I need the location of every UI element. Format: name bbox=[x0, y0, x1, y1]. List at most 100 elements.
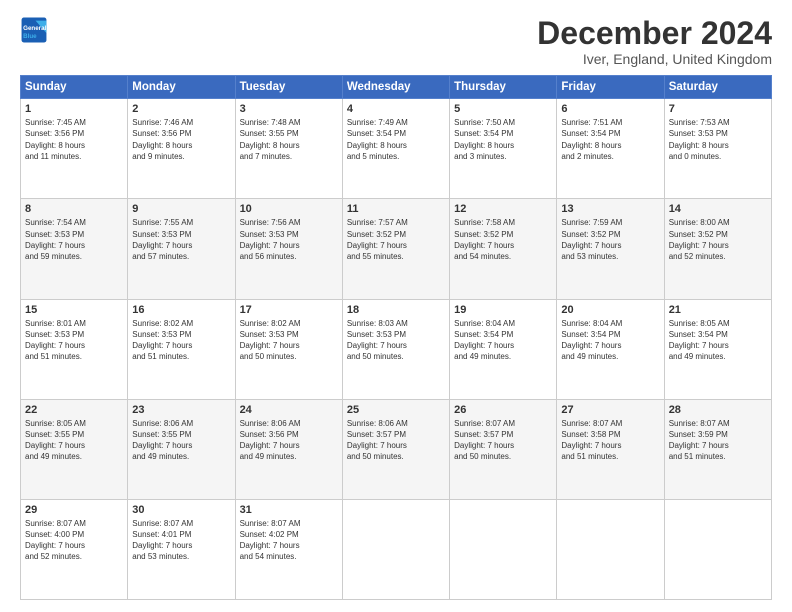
day-info: Sunrise: 8:06 AM Sunset: 3:57 PM Dayligh… bbox=[347, 418, 445, 463]
calendar-cell bbox=[557, 499, 664, 599]
day-number: 17 bbox=[240, 304, 338, 316]
calendar-cell: 22 Sunrise: 8:05 AM Sunset: 3:55 PM Dayli… bbox=[21, 399, 128, 499]
day-info: Sunrise: 7:51 AM Sunset: 3:54 PM Dayligh… bbox=[561, 117, 659, 162]
day-info: Sunrise: 8:06 AM Sunset: 3:56 PM Dayligh… bbox=[240, 418, 338, 463]
day-number: 29 bbox=[25, 504, 123, 516]
calendar-cell: 4Sunrise: 7:49 AM Sunset: 3:54 PM Daylig… bbox=[342, 99, 449, 199]
day-number: 21 bbox=[669, 304, 767, 316]
main-title: December 2024 bbox=[537, 16, 772, 51]
day-number: 15 bbox=[25, 304, 123, 316]
day-info: Sunrise: 7:48 AM Sunset: 3:55 PM Dayligh… bbox=[240, 117, 338, 162]
col-header-friday: Friday bbox=[557, 76, 664, 99]
day-number: 2 bbox=[132, 103, 230, 115]
calendar-cell: 13Sunrise: 7:59 AM Sunset: 3:52 PM Dayli… bbox=[557, 199, 664, 299]
day-number: 9 bbox=[132, 203, 230, 215]
calendar-body: 1Sunrise: 7:45 AM Sunset: 3:56 PM Daylig… bbox=[21, 99, 772, 600]
calendar-cell: 27 Sunrise: 8:07 AM Sunset: 3:58 PM Dayli… bbox=[557, 399, 664, 499]
calendar-cell: 6Sunrise: 7:51 AM Sunset: 3:54 PM Daylig… bbox=[557, 99, 664, 199]
col-header-wednesday: Wednesday bbox=[342, 76, 449, 99]
calendar-cell: 1Sunrise: 7:45 AM Sunset: 3:56 PM Daylig… bbox=[21, 99, 128, 199]
day-number: 11 bbox=[347, 203, 445, 215]
day-number: 3 bbox=[240, 103, 338, 115]
day-info: Sunrise: 7:58 AM Sunset: 3:52 PM Dayligh… bbox=[454, 217, 552, 262]
col-header-monday: Monday bbox=[128, 76, 235, 99]
day-info: Sunrise: 7:59 AM Sunset: 3:52 PM Dayligh… bbox=[561, 217, 659, 262]
day-number: 7 bbox=[669, 103, 767, 115]
calendar-cell: 20 Sunrise: 8:04 AM Sunset: 3:54 PM Dayli… bbox=[557, 299, 664, 399]
col-header-saturday: Saturday bbox=[664, 76, 771, 99]
calendar-cell: 16Sunrise: 8:02 AM Sunset: 3:53 PM Dayli… bbox=[128, 299, 235, 399]
day-info: Sunrise: 8:04 AM Sunset: 3:54 PM Dayligh… bbox=[454, 318, 552, 363]
day-number: 4 bbox=[347, 103, 445, 115]
day-number: 12 bbox=[454, 203, 552, 215]
day-number: 8 bbox=[25, 203, 123, 215]
title-block: December 2024 Iver, England, United King… bbox=[537, 16, 772, 67]
day-number: 28 bbox=[669, 404, 767, 416]
col-header-tuesday: Tuesday bbox=[235, 76, 342, 99]
calendar-cell: 5 Sunrise: 7:50 AM Sunset: 3:54 PM Daylig… bbox=[450, 99, 557, 199]
day-info: Sunrise: 8:07 AM Sunset: 3:58 PM Dayligh… bbox=[561, 418, 659, 463]
day-info: Sunrise: 8:04 AM Sunset: 3:54 PM Dayligh… bbox=[561, 318, 659, 363]
day-number: 16 bbox=[132, 304, 230, 316]
week-row-4: 22 Sunrise: 8:05 AM Sunset: 3:55 PM Dayli… bbox=[21, 399, 772, 499]
day-info: Sunrise: 7:46 AM Sunset: 3:56 PM Dayligh… bbox=[132, 117, 230, 162]
calendar-cell: 26Sunrise: 8:07 AM Sunset: 3:57 PM Dayli… bbox=[450, 399, 557, 499]
day-number: 24 bbox=[240, 404, 338, 416]
day-number: 23 bbox=[132, 404, 230, 416]
day-number: 18 bbox=[347, 304, 445, 316]
day-info: Sunrise: 8:05 AM Sunset: 3:54 PM Dayligh… bbox=[669, 318, 767, 363]
day-info: Sunrise: 7:56 AM Sunset: 3:53 PM Dayligh… bbox=[240, 217, 338, 262]
day-number: 22 bbox=[25, 404, 123, 416]
page: General Blue December 2024 Iver, England… bbox=[0, 0, 792, 612]
day-info: Sunrise: 8:07 AM Sunset: 3:57 PM Dayligh… bbox=[454, 418, 552, 463]
week-row-3: 15 Sunrise: 8:01 AM Sunset: 3:53 PM Dayli… bbox=[21, 299, 772, 399]
calendar-cell: 3 Sunrise: 7:48 AM Sunset: 3:55 PM Daylig… bbox=[235, 99, 342, 199]
week-row-5: 29Sunrise: 8:07 AM Sunset: 4:00 PM Dayli… bbox=[21, 499, 772, 599]
day-info: Sunrise: 8:00 AM Sunset: 3:52 PM Dayligh… bbox=[669, 217, 767, 262]
day-info: Sunrise: 8:06 AM Sunset: 3:55 PM Dayligh… bbox=[132, 418, 230, 463]
week-row-2: 8Sunrise: 7:54 AM Sunset: 3:53 PM Daylig… bbox=[21, 199, 772, 299]
day-info: Sunrise: 8:02 AM Sunset: 3:53 PM Dayligh… bbox=[240, 318, 338, 363]
calendar-table: SundayMondayTuesdayWednesdayThursdayFrid… bbox=[20, 75, 772, 600]
calendar-cell: 2 Sunrise: 7:46 AM Sunset: 3:56 PM Daylig… bbox=[128, 99, 235, 199]
calendar-cell: 30Sunrise: 8:07 AM Sunset: 4:01 PM Dayli… bbox=[128, 499, 235, 599]
day-number: 5 bbox=[454, 103, 552, 115]
calendar-cell: 25Sunrise: 8:06 AM Sunset: 3:57 PM Dayli… bbox=[342, 399, 449, 499]
day-number: 20 bbox=[561, 304, 659, 316]
day-info: Sunrise: 7:57 AM Sunset: 3:52 PM Dayligh… bbox=[347, 217, 445, 262]
calendar-cell: 12 Sunrise: 7:58 AM Sunset: 3:52 PM Dayli… bbox=[450, 199, 557, 299]
day-number: 31 bbox=[240, 504, 338, 516]
calendar-cell bbox=[342, 499, 449, 599]
day-number: 10 bbox=[240, 203, 338, 215]
day-info: Sunrise: 7:45 AM Sunset: 3:56 PM Dayligh… bbox=[25, 117, 123, 162]
calendar-cell: 24 Sunrise: 8:06 AM Sunset: 3:56 PM Dayli… bbox=[235, 399, 342, 499]
subtitle: Iver, England, United Kingdom bbox=[537, 51, 772, 67]
day-info: Sunrise: 8:07 AM Sunset: 3:59 PM Dayligh… bbox=[669, 418, 767, 463]
day-info: Sunrise: 7:55 AM Sunset: 3:53 PM Dayligh… bbox=[132, 217, 230, 262]
calendar-cell: 11 Sunrise: 7:57 AM Sunset: 3:52 PM Dayli… bbox=[342, 199, 449, 299]
day-info: Sunrise: 8:03 AM Sunset: 3:53 PM Dayligh… bbox=[347, 318, 445, 363]
calendar-cell: 10 Sunrise: 7:56 AM Sunset: 3:53 PM Dayli… bbox=[235, 199, 342, 299]
calendar-cell: 8Sunrise: 7:54 AM Sunset: 3:53 PM Daylig… bbox=[21, 199, 128, 299]
calendar-cell: 14 Sunrise: 8:00 AM Sunset: 3:52 PM Dayli… bbox=[664, 199, 771, 299]
day-number: 14 bbox=[669, 203, 767, 215]
col-header-thursday: Thursday bbox=[450, 76, 557, 99]
calendar-cell: 29Sunrise: 8:07 AM Sunset: 4:00 PM Dayli… bbox=[21, 499, 128, 599]
calendar-cell: 23 Sunrise: 8:06 AM Sunset: 3:55 PM Dayli… bbox=[128, 399, 235, 499]
calendar-cell: 7 Sunrise: 7:53 AM Sunset: 3:53 PM Daylig… bbox=[664, 99, 771, 199]
logo-icon: General Blue bbox=[20, 16, 48, 44]
calendar-cell: 21 Sunrise: 8:05 AM Sunset: 3:54 PM Dayli… bbox=[664, 299, 771, 399]
day-info: Sunrise: 7:50 AM Sunset: 3:54 PM Dayligh… bbox=[454, 117, 552, 162]
calendar-header-row: SundayMondayTuesdayWednesdayThursdayFrid… bbox=[21, 76, 772, 99]
day-info: Sunrise: 7:53 AM Sunset: 3:53 PM Dayligh… bbox=[669, 117, 767, 162]
calendar-cell bbox=[450, 499, 557, 599]
calendar-cell: 18 Sunrise: 8:03 AM Sunset: 3:53 PM Dayli… bbox=[342, 299, 449, 399]
week-row-1: 1Sunrise: 7:45 AM Sunset: 3:56 PM Daylig… bbox=[21, 99, 772, 199]
header: General Blue December 2024 Iver, England… bbox=[20, 16, 772, 67]
day-info: Sunrise: 8:05 AM Sunset: 3:55 PM Dayligh… bbox=[25, 418, 123, 463]
calendar-cell: 31Sunrise: 8:07 AM Sunset: 4:02 PM Dayli… bbox=[235, 499, 342, 599]
day-number: 27 bbox=[561, 404, 659, 416]
day-info: Sunrise: 8:07 AM Sunset: 4:01 PM Dayligh… bbox=[132, 518, 230, 563]
svg-text:General: General bbox=[23, 25, 46, 32]
day-info: Sunrise: 8:01 AM Sunset: 3:53 PM Dayligh… bbox=[25, 318, 123, 363]
